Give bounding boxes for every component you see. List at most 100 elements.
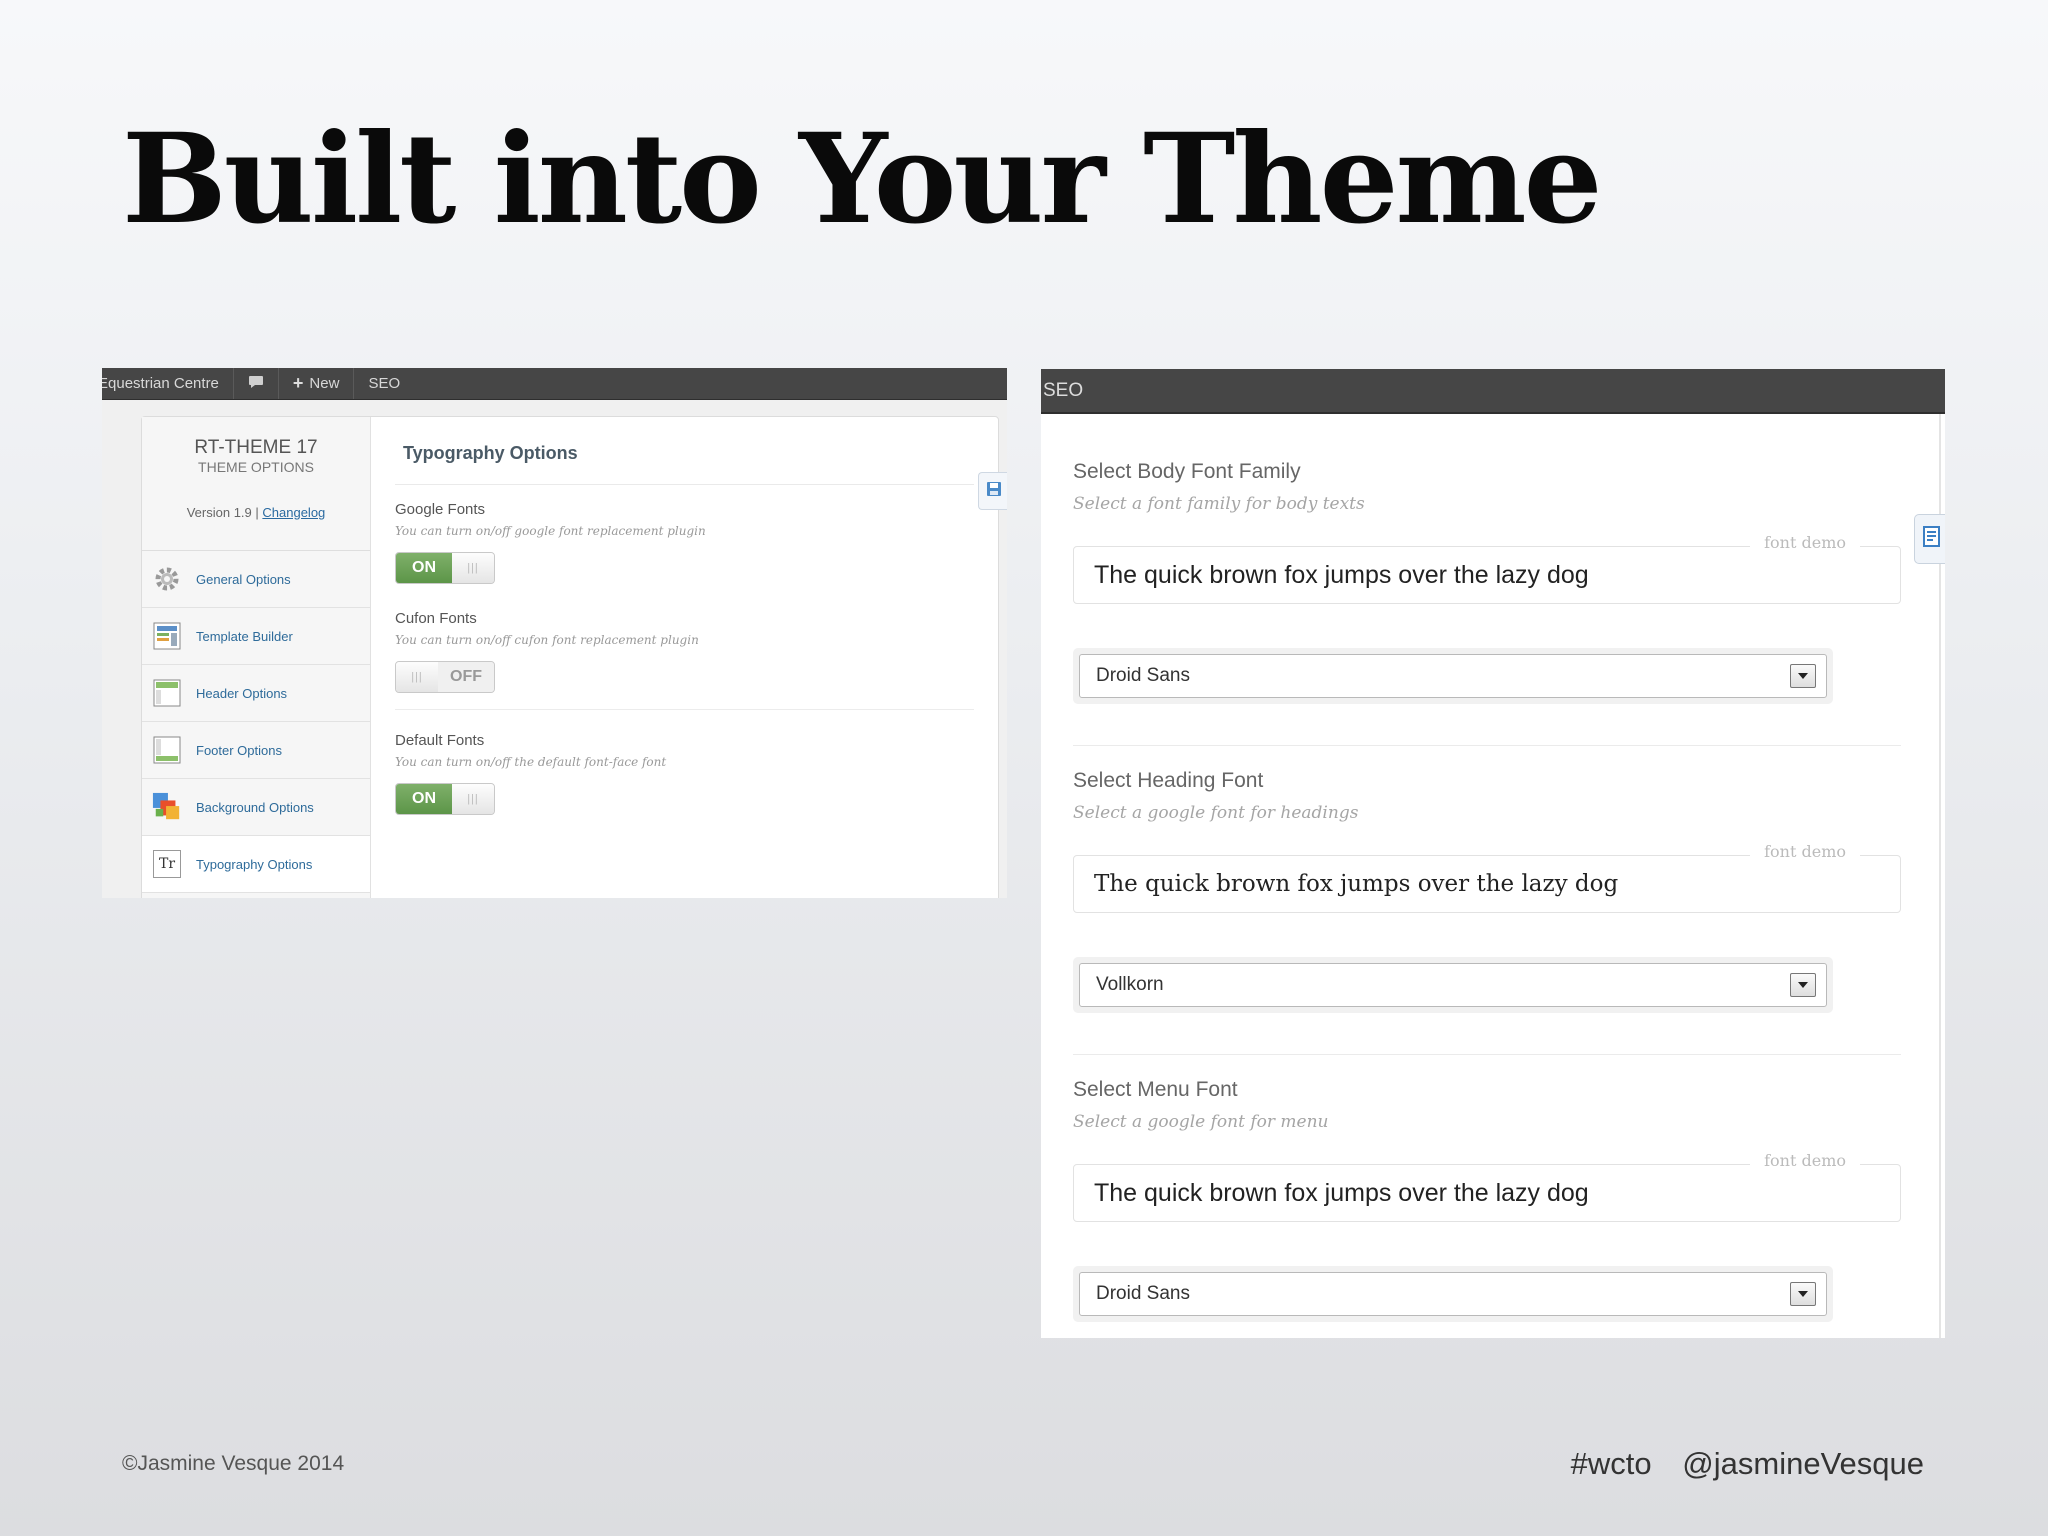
option-default-fonts: Default Fonts You can turn on/off the de… xyxy=(395,732,974,815)
options-content: Typography Options Google Fonts You can … xyxy=(371,417,998,898)
save-form-icon xyxy=(1922,525,1942,553)
admin-bar: SEO xyxy=(1041,369,1945,414)
plus-icon: + xyxy=(292,373,304,393)
changelog-link[interactable]: Changelog xyxy=(262,505,325,520)
body-font-section: Select Body Font Family Select a font fa… xyxy=(1073,460,1901,704)
slide-title: Built into Your Theme xyxy=(122,107,1603,252)
heading-font-select-wrap: Vollkorn xyxy=(1073,957,1833,1013)
toggle-state: OFF xyxy=(438,662,494,692)
option-label: Cufon Fonts xyxy=(395,610,477,627)
theme-name: RT-THEME 17 xyxy=(194,437,318,458)
font-demo-box: The quick brown fox jumps over the lazy … xyxy=(1073,842,1901,913)
menu-font-select-wrap: Droid Sans xyxy=(1073,1266,1833,1322)
option-description: You can turn on/off google font replacem… xyxy=(395,524,706,538)
sidebar-item-header-options[interactable]: Header Options xyxy=(142,665,370,722)
body-font-select[interactable]: Droid Sans xyxy=(1079,654,1827,698)
seo-menu[interactable]: SEO xyxy=(354,368,414,399)
toggle-state: ON xyxy=(396,784,452,814)
heading-font-select[interactable]: Vollkorn xyxy=(1079,963,1827,1007)
toggle-knob: ||| xyxy=(452,784,494,814)
version-text: Version 1.9 | xyxy=(186,505,259,520)
selected-font: Droid Sans xyxy=(1096,665,1190,686)
section-label: Select Menu Font xyxy=(1073,1078,1238,1101)
font-demo-tag: font demo xyxy=(1750,842,1860,861)
menu-font-select[interactable]: Droid Sans xyxy=(1079,1272,1827,1316)
sidebar-item-label: General Options xyxy=(196,571,291,587)
selected-font: Droid Sans xyxy=(1096,1283,1190,1304)
admin-bar-site-name[interactable]: Equestrian Centre xyxy=(102,368,234,399)
font-demo-tag: font demo xyxy=(1750,1151,1860,1170)
hashtag: #wcto xyxy=(1570,1446,1652,1481)
options-sidebar: RT-THEME 17 THEME OPTIONS Version 1.9 | … xyxy=(142,417,371,898)
sidebar-item-footer-options[interactable]: Footer Options xyxy=(142,722,370,779)
sidebar-item-typography-options[interactable]: Tr Typography Options xyxy=(142,836,370,893)
sidebar-item-background-options[interactable]: Background Options xyxy=(142,779,370,836)
version-line: Version 1.9 | Changelog xyxy=(142,505,370,520)
sidebar-item-label: Template Builder xyxy=(196,628,293,644)
divider xyxy=(395,709,974,710)
seo-menu[interactable]: SEO xyxy=(1043,380,1083,402)
menu-font-section: Select Menu Font Select a google font fo… xyxy=(1073,1078,1901,1322)
toggle-state: ON xyxy=(396,553,452,583)
font-demo-box: The quick brown fox jumps over the lazy … xyxy=(1073,1151,1901,1222)
font-demo-text: The quick brown fox jumps over the lazy … xyxy=(1094,1178,1589,1207)
sidebar-item-label: Footer Options xyxy=(196,742,282,758)
sidebar-item-general-options[interactable]: General Options xyxy=(142,551,370,608)
sidebar-item-template-builder[interactable]: Template Builder xyxy=(142,608,370,665)
template-icon xyxy=(152,621,182,651)
save-button[interactable] xyxy=(1914,514,1945,564)
sidebar-item-label: Background Options xyxy=(196,799,314,815)
theme-subtitle: THEME OPTIONS xyxy=(198,459,314,475)
font-demo-tag: font demo xyxy=(1750,533,1860,552)
chevron-down-icon[interactable] xyxy=(1790,973,1816,997)
new-button[interactable]: + New xyxy=(279,368,355,399)
option-google-fonts: Google Fonts You can turn on/off google … xyxy=(395,501,974,584)
font-demo-box: The quick brown fox jumps over the lazy … xyxy=(1073,533,1901,604)
option-cufon-fonts: Cufon Fonts You can turn on/off cufon fo… xyxy=(395,610,974,693)
seo-label: SEO xyxy=(368,375,401,392)
comment-bubble-icon xyxy=(248,375,264,393)
new-label: New xyxy=(309,375,340,392)
save-button[interactable] xyxy=(978,472,1007,510)
theme-options-panel: RT-THEME 17 THEME OPTIONS Version 1.9 | … xyxy=(141,416,999,898)
admin-bar: Equestrian Centre + New SEO xyxy=(102,368,1007,400)
font-demo-text: The quick brown fox jumps over the lazy … xyxy=(1094,871,1619,897)
divider xyxy=(1073,1054,1901,1055)
section-label: Select Body Font Family xyxy=(1073,460,1301,483)
sidebar-item-label: Header Options xyxy=(196,685,288,701)
font-selection-screenshot: SEO Select Body Font Family Select a fon… xyxy=(1041,369,1945,1338)
default-fonts-toggle[interactable]: ON ||| xyxy=(395,783,495,815)
heading-font-section: Select Heading Font Select a google font… xyxy=(1073,769,1901,1013)
copyright: ©Jasmine Vesque 2014 xyxy=(122,1452,345,1475)
theme-brand: RT-THEME 17 THEME OPTIONS Version 1.9 | … xyxy=(142,417,370,551)
comments-button[interactable] xyxy=(234,368,279,399)
twitter-handle: @jasmineVesque xyxy=(1682,1446,1924,1481)
typography-icon-text: Tr xyxy=(153,850,181,878)
section-description: Select a font family for body texts xyxy=(1073,494,1365,514)
selected-font: Vollkorn xyxy=(1096,974,1164,995)
section-heading: Typography Options xyxy=(395,417,974,485)
social-tags: #wcto @jasmineVesque xyxy=(1571,1446,1924,1482)
header-icon xyxy=(152,678,182,708)
option-label: Default Fonts xyxy=(395,732,485,749)
body-font-select-wrap: Droid Sans xyxy=(1073,648,1833,704)
font-demo-text: The quick brown fox jumps over the lazy … xyxy=(1094,560,1589,589)
gear-icon xyxy=(152,564,182,594)
toggle-knob: ||| xyxy=(396,662,438,692)
typography-icon: Tr xyxy=(152,849,182,879)
cufon-fonts-toggle[interactable]: ||| OFF xyxy=(395,661,495,693)
chevron-down-icon[interactable] xyxy=(1790,1282,1816,1306)
section-description: Select a google font for headings xyxy=(1073,803,1359,823)
chevron-down-icon[interactable] xyxy=(1790,664,1816,688)
background-icon xyxy=(152,792,182,822)
footer-icon xyxy=(152,735,182,765)
divider xyxy=(1073,745,1901,746)
toggle-knob: ||| xyxy=(452,553,494,583)
sidebar-item-label: Typography Options xyxy=(196,856,313,872)
section-label: Select Heading Font xyxy=(1073,769,1264,792)
section-description: Select a google font for menu xyxy=(1073,1112,1329,1132)
option-label: Google Fonts xyxy=(395,501,486,518)
option-description: You can turn on/off cufon font replaceme… xyxy=(395,633,699,647)
google-fonts-toggle[interactable]: ON ||| xyxy=(395,552,495,584)
theme-options-screenshot: Equestrian Centre + New SEO RT-THEME 17 … xyxy=(102,368,1007,898)
